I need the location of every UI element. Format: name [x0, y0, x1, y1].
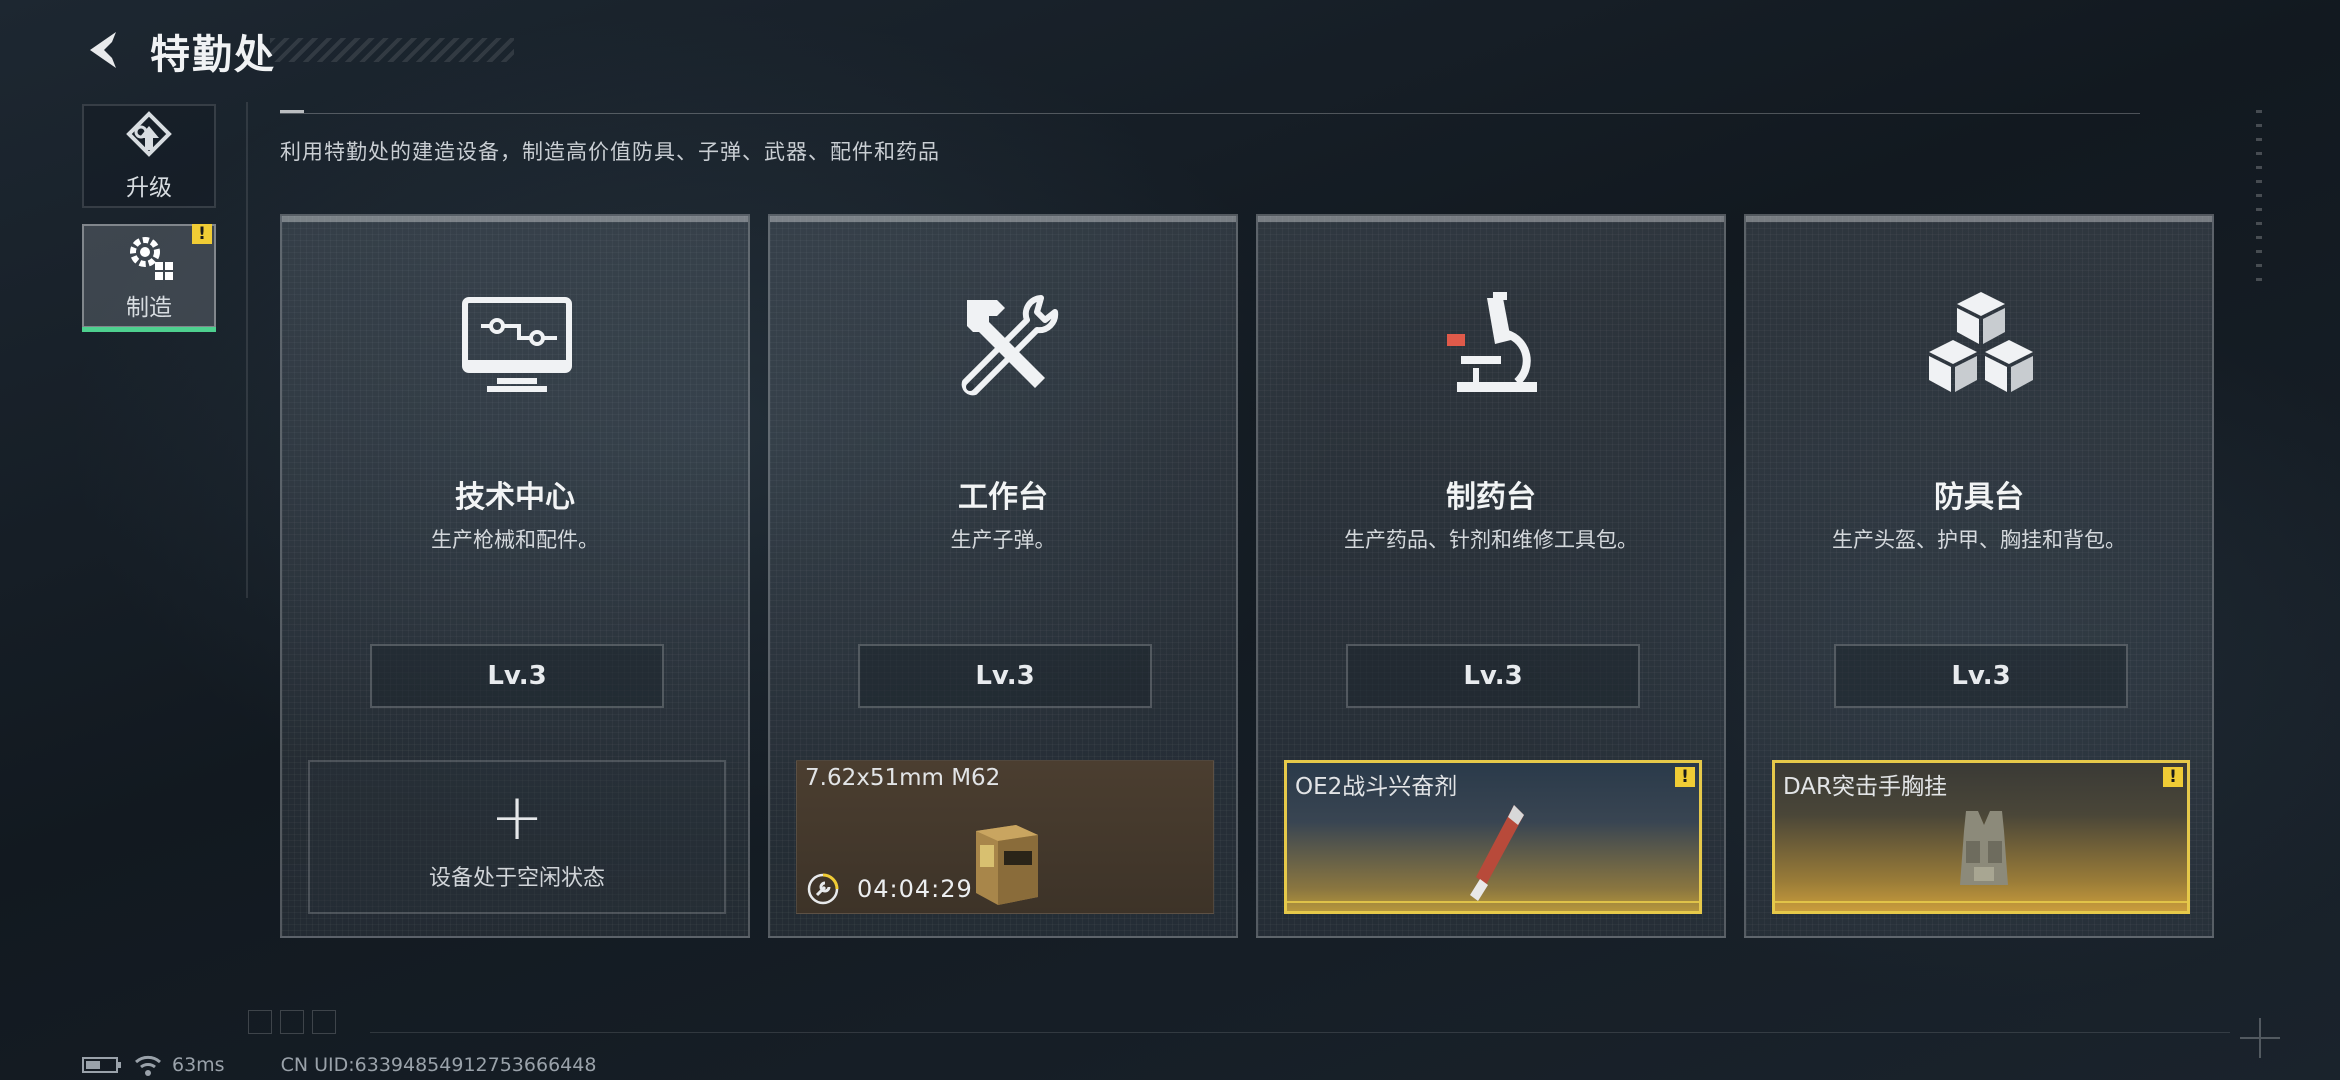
bottom-divider [370, 1032, 2230, 1033]
sidebar-tab-label: 制造 [126, 295, 172, 321]
station-level-button[interactable]: Lv.3 [370, 644, 664, 708]
station-name: 制药台 [1446, 480, 1536, 515]
production-slot-ready[interactable]: OE2战斗兴奋剂 ! [1284, 760, 1702, 914]
station-card-workbench[interactable]: 工作台 生产子弹。 Lv.3 7.62x51mm M62 04:04:29 [768, 214, 1238, 938]
sidebar-tab-upgrade[interactable]: 升级 [82, 104, 216, 208]
production-timer: 04:04:29 [857, 875, 973, 903]
item-name: DAR突击手胸挂 [1783, 774, 1948, 800]
idle-status-text: 设备处于空闲状态 [428, 866, 605, 891]
chest-rig-image [1960, 811, 2008, 885]
edge-decoration [2256, 110, 2262, 290]
alert-badge: ! [2163, 767, 2183, 787]
station-card-tech-center[interactable]: 技术中心 生产枪械和配件。 Lv.3 + 设备处于空闲状态 [280, 214, 750, 938]
alert-badge: ! [192, 224, 212, 244]
divider-accent [280, 110, 304, 113]
page-title: 特勤处 [150, 32, 276, 78]
production-slot-active[interactable]: 7.62x51mm M62 04:04:29 [796, 760, 1214, 914]
wifi-icon [135, 1055, 161, 1076]
station-description: 生产头盔、护甲、胸挂和背包。 [1832, 528, 2126, 552]
item-name: OE2战斗兴奋剂 [1295, 774, 1458, 800]
station-level-button[interactable]: Lv.3 [1834, 644, 2128, 708]
back-arrow-icon[interactable] [82, 28, 126, 72]
ammo-box-image [976, 825, 1038, 905]
item-name: 7.62x51mm M62 [805, 765, 1001, 791]
sidebar-divider [246, 102, 248, 598]
gear-blocks-icon [130, 237, 173, 280]
monitor-circuit-icon [462, 297, 572, 392]
timer-wrench-icon [807, 873, 839, 905]
cubes-icon [1929, 292, 2033, 392]
crosshair-icon [2240, 1018, 2280, 1058]
page-description: 利用特勤处的建造设备，制造高价值防具、子弹、武器、配件和药品 [280, 140, 940, 164]
status-bar: 63ms CN UID:63394854912753666448 [82, 1054, 596, 1076]
station-description: 生产枪械和配件。 [431, 528, 599, 552]
sidebar-tab-label: 升级 [126, 175, 172, 201]
production-slot-ready[interactable]: DAR突击手胸挂 ! [1772, 760, 2190, 914]
add-icon: + [490, 781, 544, 855]
station-card-pharmacy[interactable]: 制药台 生产药品、针剂和维修工具包。 Lv.3 OE2战斗兴奋剂 ! [1256, 214, 1726, 938]
stimulant-injector-image [1470, 805, 1524, 901]
alert-badge: ! [1675, 767, 1695, 787]
station-level-button[interactable]: Lv.3 [1346, 644, 1640, 708]
bottom-decoration [248, 1010, 336, 1034]
station-level-button[interactable]: Lv.3 [858, 644, 1152, 708]
upgrade-arrow-icon [126, 111, 172, 157]
hammer-wrench-icon [961, 295, 1059, 396]
production-slot-idle[interactable]: + 设备处于空闲状态 [308, 760, 726, 914]
crafting-screen: 特勤处 升级 制造 ! 利用特勤处的建造设备，制造高价值防具、子弹、武器、配件和… [0, 0, 2340, 1080]
user-uid: CN UID:63394854912753666448 [280, 1054, 597, 1076]
battery-icon [82, 1057, 121, 1073]
sidebar-tab-craft[interactable]: 制造 ! [82, 224, 216, 332]
ping-value: 63ms [172, 1054, 225, 1076]
title-decoration [270, 38, 514, 62]
microscope-icon [1447, 292, 1537, 392]
station-name: 工作台 [958, 480, 1048, 515]
station-card-armor[interactable]: 防具台 生产头盔、护甲、胸挂和背包。 Lv.3 DAR突击手胸挂 ! [1744, 214, 2214, 938]
station-description: 生产药品、针剂和维修工具包。 [1344, 528, 1638, 552]
station-description: 生产子弹。 [950, 528, 1056, 552]
station-name: 防具台 [1934, 480, 2024, 515]
station-name: 技术中心 [455, 480, 575, 515]
header-divider [280, 113, 2140, 114]
